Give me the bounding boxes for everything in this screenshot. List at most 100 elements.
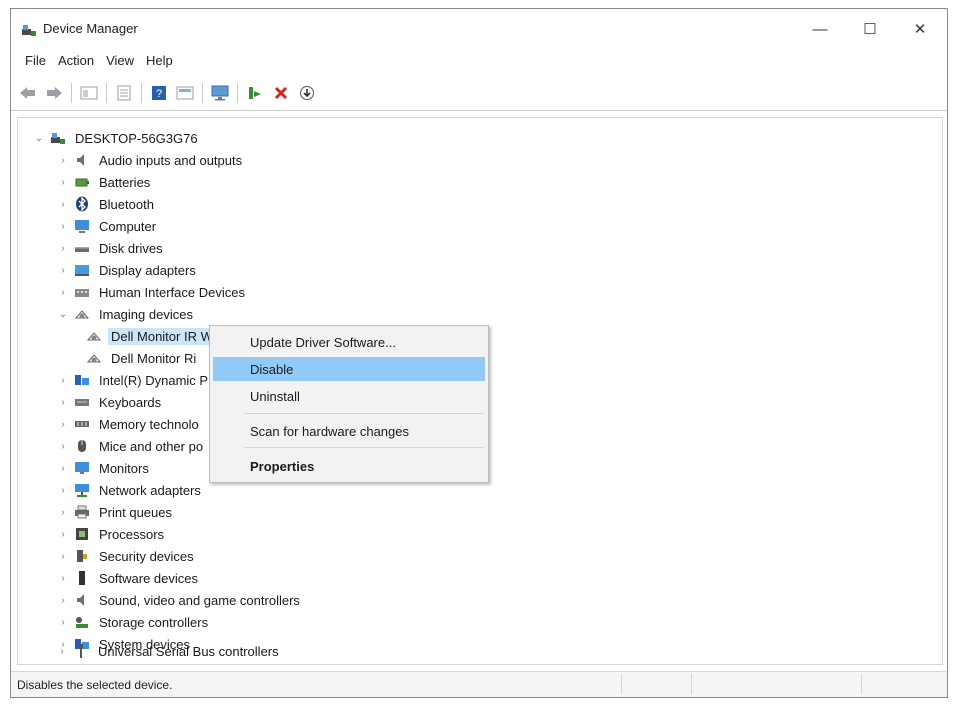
toolbar-separator <box>202 82 203 103</box>
status-divider <box>861 674 862 694</box>
monitor-icon[interactable] <box>209 82 231 104</box>
chevron-right-icon[interactable]: › <box>56 265 70 276</box>
close-button[interactable]: ✕ <box>897 15 943 43</box>
intel-icon <box>74 372 90 388</box>
tree-category-bluetooth[interactable]: › Bluetooth <box>56 194 157 214</box>
chevron-right-icon[interactable]: › <box>56 375 70 386</box>
chevron-right-icon[interactable]: › <box>56 551 70 562</box>
tree-category-sound[interactable]: › Sound, video and game controllers <box>56 590 303 610</box>
tree-category-audio[interactable]: › Audio inputs and outputs <box>56 150 245 170</box>
menu-help[interactable]: Help <box>140 49 179 73</box>
context-menu-scan[interactable]: Scan for hardware changes <box>213 419 485 443</box>
tree-label: Universal Serial Bus controllers <box>98 643 279 659</box>
window-title: Device Manager <box>43 21 138 36</box>
back-arrow-icon[interactable] <box>17 82 39 104</box>
chevron-right-icon[interactable]: › <box>56 287 70 298</box>
tree-category-imaging-devices[interactable]: ⌄ Imaging devices <box>56 304 196 324</box>
properties-icon[interactable] <box>113 82 135 104</box>
forward-arrow-icon[interactable] <box>43 82 65 104</box>
title-bar[interactable]: Device Manager — ☐ ✕ <box>11 9 947 49</box>
tree-label: Software devices <box>99 570 198 586</box>
chevron-right-icon[interactable]: › <box>56 573 70 584</box>
tree-label: Processors <box>99 526 165 542</box>
context-menu-properties[interactable]: Properties <box>213 454 485 478</box>
tree-category-mice[interactable]: › Mice and other po <box>56 436 206 456</box>
toolbar-separator <box>237 82 238 103</box>
tree-label: Imaging devices <box>99 306 193 322</box>
uninstall-x-icon[interactable] <box>270 82 292 104</box>
tree-category-batteries[interactable]: › Batteries <box>56 172 153 192</box>
context-menu-disable[interactable]: Disable <box>213 357 485 381</box>
tree-category-network[interactable]: › Network adapters <box>56 480 204 500</box>
chevron-right-icon[interactable]: › <box>56 243 70 254</box>
chevron-right-icon[interactable]: › <box>56 177 70 188</box>
tree-category-usb-row[interactable]: › Universal Serial Bus controllers <box>55 641 282 661</box>
tree-label: Memory technolo <box>99 416 199 432</box>
update-driver-icon[interactable] <box>244 82 266 104</box>
chevron-right-icon[interactable]: › <box>56 617 70 628</box>
minimize-button[interactable]: — <box>797 15 843 43</box>
tree-label: Security devices <box>99 548 194 564</box>
maximize-button[interactable]: ☐ <box>847 15 893 43</box>
menu-bar: File Action View Help <box>11 49 947 73</box>
battery-icon <box>74 174 90 190</box>
context-menu-uninstall[interactable]: Uninstall <box>213 384 485 408</box>
tree-category-hid[interactable]: › Human Interface Devices <box>56 282 248 302</box>
webcam-icon <box>86 328 102 344</box>
tree-label: Audio inputs and outputs <box>99 152 243 168</box>
console-tree-icon[interactable] <box>78 82 100 104</box>
chevron-down-icon[interactable]: ⌄ <box>32 133 46 144</box>
tree-device-monitor[interactable]: Dell Monitor Ri <box>86 348 199 368</box>
chevron-right-icon[interactable]: › <box>56 155 70 166</box>
help-icon[interactable]: ? <box>148 82 170 104</box>
tree-category-monitors[interactable]: › Monitors <box>56 458 152 478</box>
menu-view[interactable]: View <box>100 49 140 73</box>
tree-root[interactable]: ⌄ DESKTOP-56G3G76 <box>32 128 201 148</box>
context-menu-update-driver[interactable]: Update Driver Software... <box>213 330 485 354</box>
tree-category-computer[interactable]: › Computer <box>56 216 159 236</box>
security-device-icon <box>74 548 90 564</box>
chevron-right-icon[interactable]: › <box>56 507 70 518</box>
chevron-right-icon[interactable]: › <box>56 485 70 496</box>
disk-drive-icon <box>74 240 90 256</box>
mouse-icon <box>74 438 90 454</box>
tree-category-intel-dynamic[interactable]: › Intel(R) Dynamic P <box>56 370 211 390</box>
view-icon[interactable] <box>174 82 196 104</box>
toolbar-separator <box>71 82 72 103</box>
chevron-right-icon[interactable]: › <box>56 595 70 606</box>
tree-category-processors[interactable]: › Processors <box>56 524 167 544</box>
tree-label: Intel(R) Dynamic P <box>99 372 209 388</box>
tree-category-display-adapters[interactable]: › Display adapters <box>56 260 199 280</box>
chevron-right-icon[interactable]: › <box>56 199 70 210</box>
status-text: Disables the selected device. <box>17 678 173 692</box>
chevron-right-icon[interactable]: › <box>56 221 70 232</box>
chevron-right-icon[interactable]: › <box>56 463 70 474</box>
tree-category-keyboards[interactable]: › Keyboards <box>56 392 164 412</box>
tree-category-security[interactable]: › Security devices <box>56 546 197 566</box>
tree-category-disk-drives[interactable]: › Disk drives <box>56 238 166 258</box>
chevron-right-icon[interactable]: › <box>56 419 70 430</box>
menu-action[interactable]: Action <box>52 49 100 73</box>
menu-file[interactable]: File <box>19 49 52 73</box>
status-bar: Disables the selected device. <box>11 671 947 697</box>
tree-category-print-queues[interactable]: › Print queues <box>56 502 175 522</box>
tree-category-storage[interactable]: › Storage controllers <box>56 612 211 632</box>
device-manager-app-icon <box>21 23 37 37</box>
bluetooth-icon <box>74 196 90 212</box>
tree-category-software[interactable]: › Software devices <box>56 568 201 588</box>
chevron-right-icon[interactable]: › <box>56 529 70 540</box>
hid-icon <box>74 284 90 300</box>
context-menu-separator <box>244 447 484 448</box>
tree-label: Disk drives <box>99 240 163 256</box>
status-divider <box>621 674 622 694</box>
tree-label: Human Interface Devices <box>99 284 245 300</box>
computer-icon <box>74 218 90 234</box>
chevron-right-icon[interactable]: › <box>56 397 70 408</box>
tree-category-memory[interactable]: › Memory technolo <box>56 414 202 434</box>
chevron-down-icon[interactable]: ⌄ <box>56 309 70 320</box>
processor-icon <box>74 526 90 542</box>
chevron-right-icon[interactable]: › <box>56 441 70 452</box>
download-icon[interactable] <box>296 82 318 104</box>
chevron-right-icon[interactable]: › <box>55 646 69 657</box>
speaker-icon <box>74 592 90 608</box>
